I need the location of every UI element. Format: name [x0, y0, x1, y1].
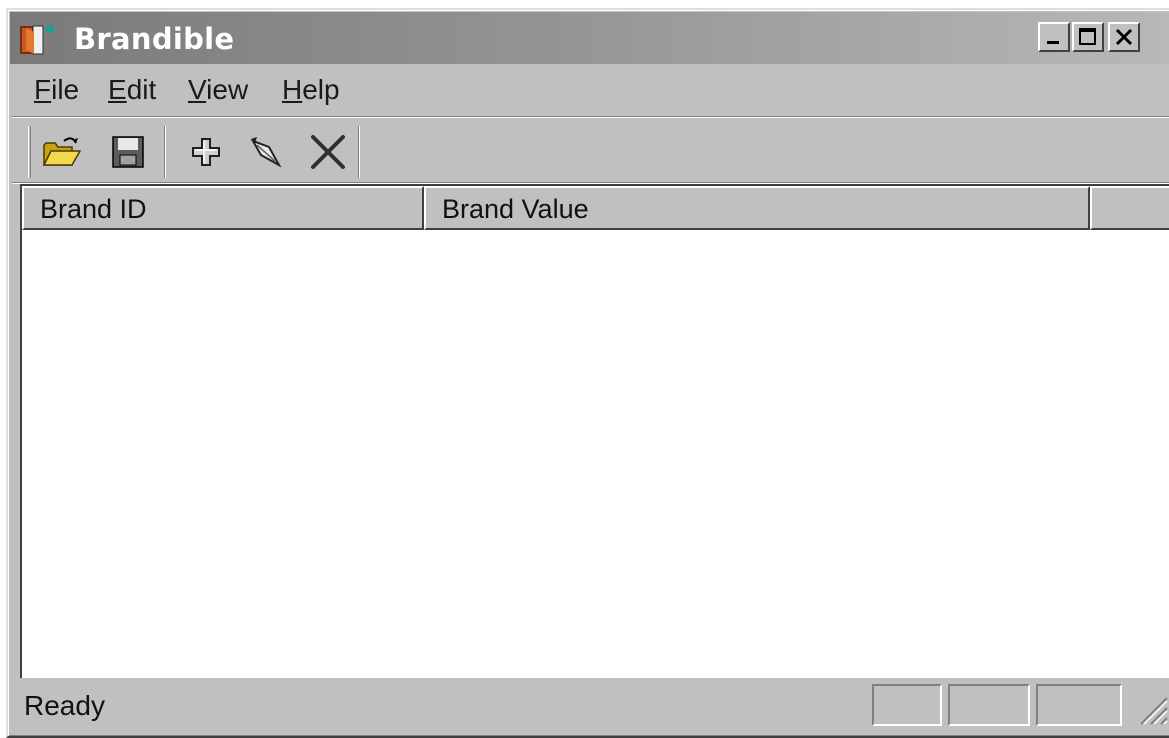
status-panel-3	[1036, 684, 1122, 726]
menu-edit[interactable]: Edit	[108, 74, 156, 106]
menu-separator	[12, 116, 1169, 118]
menu-bar: File Edit View Help	[12, 68, 1169, 114]
menu-help[interactable]: Help	[282, 74, 340, 106]
minimize-icon	[1047, 41, 1059, 44]
menu-view-accel: V	[188, 74, 207, 105]
menu-file-label: ile	[51, 74, 80, 105]
status-bar: Ready	[12, 680, 1169, 726]
status-panel-1	[872, 684, 942, 726]
column-header-empty[interactable]	[1090, 186, 1169, 230]
status-panel-2	[948, 684, 1030, 726]
menu-file[interactable]: File	[34, 74, 79, 106]
minimize-button[interactable]	[1038, 22, 1070, 52]
x-delete-icon	[311, 135, 345, 169]
maximize-icon	[1079, 28, 1096, 45]
close-icon	[1115, 28, 1133, 46]
edit-button[interactable]	[244, 130, 288, 174]
menu-edit-accel: E	[108, 74, 127, 105]
menu-view-label: iew	[206, 74, 249, 105]
app-icon	[20, 25, 54, 55]
plus-icon	[192, 138, 220, 166]
menu-edit-label: dit	[126, 74, 157, 105]
menu-view[interactable]: View	[188, 74, 248, 106]
status-text: Ready	[24, 690, 105, 721]
toolbar-separator	[164, 126, 166, 178]
floppy-disk-icon	[112, 136, 144, 168]
add-button[interactable]	[184, 130, 228, 174]
window-title: Brandible	[74, 22, 235, 56]
toolbar	[14, 120, 1169, 182]
column-header-brand-value[interactable]: Brand Value	[424, 186, 1090, 230]
toolbar-grip[interactable]	[28, 126, 31, 178]
title-bar[interactable]: Brandible	[10, 12, 1169, 64]
toolbar-end-separator	[358, 126, 360, 178]
brand-list[interactable]: Brand ID Brand Value	[20, 184, 1169, 678]
maximize-button[interactable]	[1072, 22, 1104, 52]
menu-help-accel: H	[282, 74, 303, 105]
delete-button[interactable]	[306, 130, 350, 174]
menu-help-label: elp	[302, 74, 340, 105]
menu-file-accel: F	[34, 74, 52, 105]
open-button[interactable]	[40, 130, 84, 174]
open-folder-icon	[42, 137, 82, 166]
close-button[interactable]	[1108, 22, 1140, 52]
resize-grip-icon[interactable]	[1129, 686, 1169, 726]
pen-icon	[250, 137, 282, 168]
save-button[interactable]	[106, 130, 150, 174]
column-header-brand-id[interactable]: Brand ID	[22, 186, 424, 230]
